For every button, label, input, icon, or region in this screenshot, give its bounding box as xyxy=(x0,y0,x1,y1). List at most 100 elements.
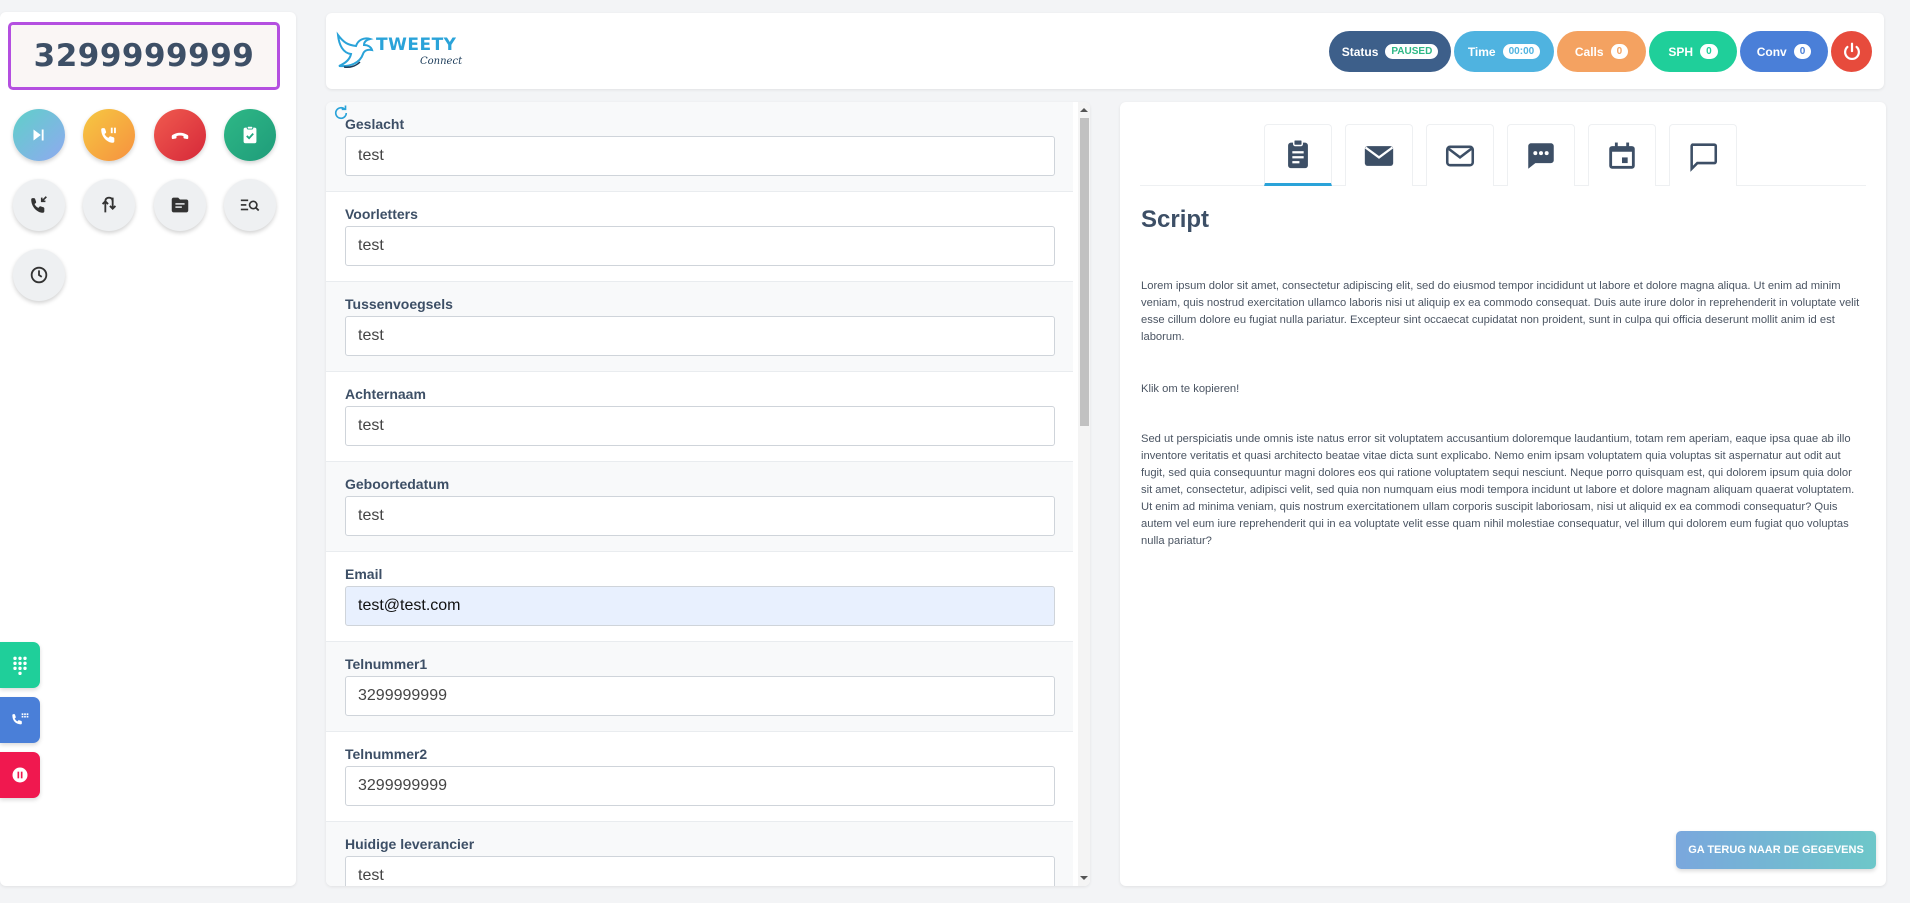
conv-pill: Conv 0 xyxy=(1740,31,1828,72)
back-to-details-button[interactable]: GA TERUG NAAR DE GEGEVENS xyxy=(1676,831,1876,869)
tab-email-outline[interactable] xyxy=(1426,124,1494,186)
refresh-icon[interactable] xyxy=(332,104,350,122)
next-call-button[interactable] xyxy=(13,109,65,161)
folder-icon xyxy=(171,197,189,213)
script-paragraph-1: Lorem ipsum dolor sit amet, consectetur … xyxy=(1141,280,1860,343)
swap-arrows-icon xyxy=(101,196,117,213)
tweety-logo: TWEETY Connect xyxy=(334,23,464,79)
tab-chat[interactable] xyxy=(1669,124,1737,186)
conv-badge: 0 xyxy=(1793,44,1812,59)
time-label: Time xyxy=(1467,44,1496,59)
logo-text: TWEETY xyxy=(376,35,457,55)
copy-hint[interactable]: Klik om te kopieren! xyxy=(1141,381,1863,398)
calendar-icon xyxy=(1609,142,1635,169)
tussenvoegsels-input[interactable]: test xyxy=(345,316,1055,356)
telnummer2-input[interactable]: 3299999999 xyxy=(345,766,1055,806)
voorletters-input[interactable]: test xyxy=(345,226,1055,266)
script-panel: Script Lorem ipsum dolor sit amet, conse… xyxy=(1120,102,1886,886)
field-label: Telnummer1 xyxy=(345,656,428,672)
tab-email-filled[interactable] xyxy=(1345,124,1413,186)
status-label: Status xyxy=(1341,44,1379,59)
clipboard-list-icon xyxy=(1288,139,1308,169)
telnummer1-input[interactable]: 3299999999 xyxy=(345,676,1055,716)
dialpad-tab[interactable] xyxy=(0,642,40,688)
bird-logo-icon xyxy=(336,31,374,68)
notes-button[interactable] xyxy=(154,179,206,231)
phone-number-display[interactable]: 3299999999 xyxy=(8,22,280,90)
field-label: Huidige leverancier xyxy=(345,836,475,852)
tab-sms[interactable] xyxy=(1507,124,1575,186)
calls-label: Calls xyxy=(1574,44,1604,59)
achternaam-input[interactable]: test xyxy=(345,406,1055,446)
field-row-telnummer1: Telnummer1 3299999999 xyxy=(326,642,1073,732)
phone-number-text: 3299999999 xyxy=(33,38,255,74)
history-button[interactable] xyxy=(13,249,65,301)
form-scrollbar[interactable] xyxy=(1078,102,1090,886)
field-row-voorletters: Voorletters test xyxy=(326,192,1073,282)
field-label: Email xyxy=(345,566,383,582)
logout-button[interactable] xyxy=(1831,31,1872,72)
script-paragraph-2: Sed ut perspiciatis unde omnis iste natu… xyxy=(1141,433,1855,547)
lead-form-panel: Geslacht test Voorletters test Tussenvoe… xyxy=(326,102,1090,886)
field-row-telnummer2: Telnummer2 3299999999 xyxy=(326,732,1073,822)
field-label: Tussenvoegsels xyxy=(345,296,453,312)
field-row-achternaam: Achternaam test xyxy=(326,372,1073,462)
phone-hangup-icon xyxy=(171,132,189,140)
field-label: Geslacht xyxy=(345,116,405,132)
callback-button[interactable] xyxy=(13,179,65,231)
status-pill: Status PAUSED xyxy=(1329,31,1451,72)
hangup-button[interactable] xyxy=(154,109,206,161)
scroll-thumb[interactable] xyxy=(1080,118,1089,426)
search-lead-button[interactable] xyxy=(224,179,276,231)
dialpad-icon xyxy=(13,656,27,675)
field-row-huidige-leverancier: Huidige leverancier test xyxy=(326,822,1073,886)
tabs-divider xyxy=(1140,185,1866,186)
field-row-email: Email test@test.com xyxy=(326,552,1073,642)
field-label: Voorletters xyxy=(345,206,418,222)
sph-label: SPH xyxy=(1668,44,1694,59)
manual-dial-tab[interactable] xyxy=(0,697,40,743)
field-label: Geboortedatum xyxy=(345,476,450,492)
scroll-up-icon[interactable] xyxy=(1080,106,1088,114)
field-label: Telnummer2 xyxy=(345,746,428,762)
clipboard-check-icon xyxy=(243,125,257,144)
tab-calendar[interactable] xyxy=(1588,124,1656,186)
geboortedatum-input[interactable]: test xyxy=(345,496,1055,536)
pause-call-button[interactable] xyxy=(83,109,135,161)
pause-circle-icon xyxy=(12,767,28,783)
skip-next-icon xyxy=(33,129,44,141)
transfer-button[interactable] xyxy=(83,179,135,231)
list-search-icon xyxy=(240,199,260,212)
script-title: Script xyxy=(1141,206,1210,233)
phone-keypad-icon xyxy=(12,713,29,725)
email-input[interactable]: test@test.com xyxy=(345,586,1055,626)
envelope-filled-icon xyxy=(1364,145,1394,166)
sph-pill: SPH 0 xyxy=(1649,31,1737,72)
top-header: TWEETY Connect Status PAUSED Time 00:00 … xyxy=(326,13,1884,89)
status-badge: PAUSED xyxy=(1385,44,1439,59)
sph-badge: 0 xyxy=(1700,44,1718,59)
huidige-leverancier-input[interactable]: test xyxy=(345,856,1055,886)
chat-outline-icon xyxy=(1690,142,1718,172)
power-icon xyxy=(1843,42,1860,60)
pause-tab[interactable] xyxy=(0,752,40,798)
conv-label: Conv xyxy=(1756,44,1787,59)
phone-callback-icon xyxy=(31,196,47,213)
disposition-button[interactable] xyxy=(224,109,276,161)
field-label: Achternaam xyxy=(345,386,426,402)
logo-subtext: Connect xyxy=(420,56,463,67)
chat-dots-icon xyxy=(1528,142,1554,169)
scroll-down-icon[interactable] xyxy=(1080,874,1088,882)
clock-icon xyxy=(30,266,48,284)
field-row-tussenvoegsels: Tussenvoegsels test xyxy=(326,282,1073,372)
field-row-geslacht: Geslacht test xyxy=(326,102,1073,192)
phone-paused-icon xyxy=(101,127,116,143)
tab-script[interactable] xyxy=(1264,124,1332,186)
time-pill: Time 00:00 xyxy=(1454,31,1554,72)
time-badge: 00:00 xyxy=(1502,44,1541,59)
envelope-outline-icon xyxy=(1445,145,1475,166)
dialer-panel: 3299999999 xyxy=(0,12,296,886)
lead-form-scroll: Geslacht test Voorletters test Tussenvoe… xyxy=(326,102,1073,886)
geslacht-input[interactable]: test xyxy=(345,136,1055,176)
calls-badge: 0 xyxy=(1610,44,1629,59)
